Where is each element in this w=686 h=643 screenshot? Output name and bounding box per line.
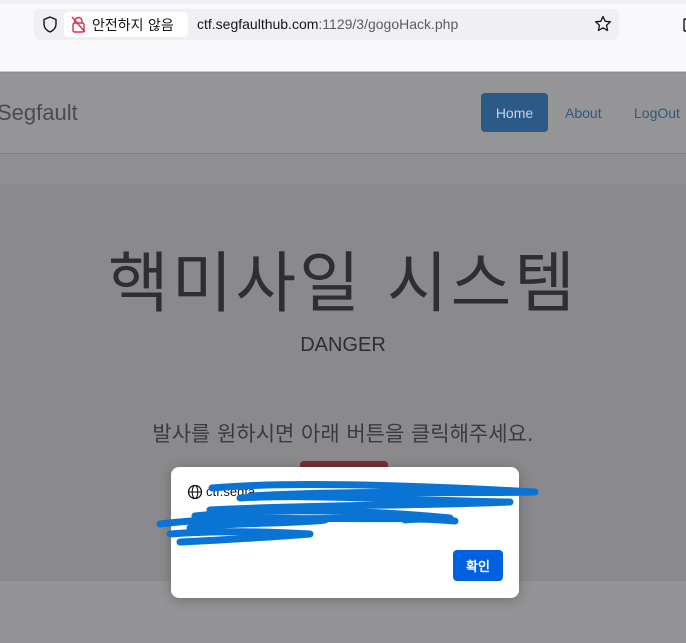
nav-about-link[interactable]: About <box>565 105 602 121</box>
url-path: :1129/3/gogoHack.php <box>318 16 459 32</box>
extensions-icon[interactable] <box>680 16 686 34</box>
redaction-scribble <box>156 481 539 546</box>
insecure-lock-icon <box>71 16 86 33</box>
nav-logout-link[interactable]: LogOut <box>634 105 680 121</box>
shield-icon[interactable] <box>42 16 58 33</box>
nav-home-button[interactable]: Home <box>481 93 548 132</box>
url-host: ctf.segfaulthub.com <box>197 16 319 32</box>
bookmark-star-icon[interactable] <box>594 15 612 33</box>
ok-button[interactable]: 확인 <box>453 550 503 581</box>
hero-subtitle: DANGER <box>300 334 386 356</box>
hero-title: 핵미사일 시스템 <box>107 245 579 322</box>
page-spacer <box>0 155 686 184</box>
url-text: ctf.segfaulthub.com:1129/3/gogoHack.php <box>197 16 458 32</box>
hero-instruction: 발사를 원하시면 아래 버튼을 클릭해주세요. <box>152 422 534 446</box>
brand-logo[interactable]: Segfault <box>0 100 78 126</box>
security-label: 안전하지 않음 <box>92 18 174 34</box>
tab-strip-edge <box>0 0 686 4</box>
